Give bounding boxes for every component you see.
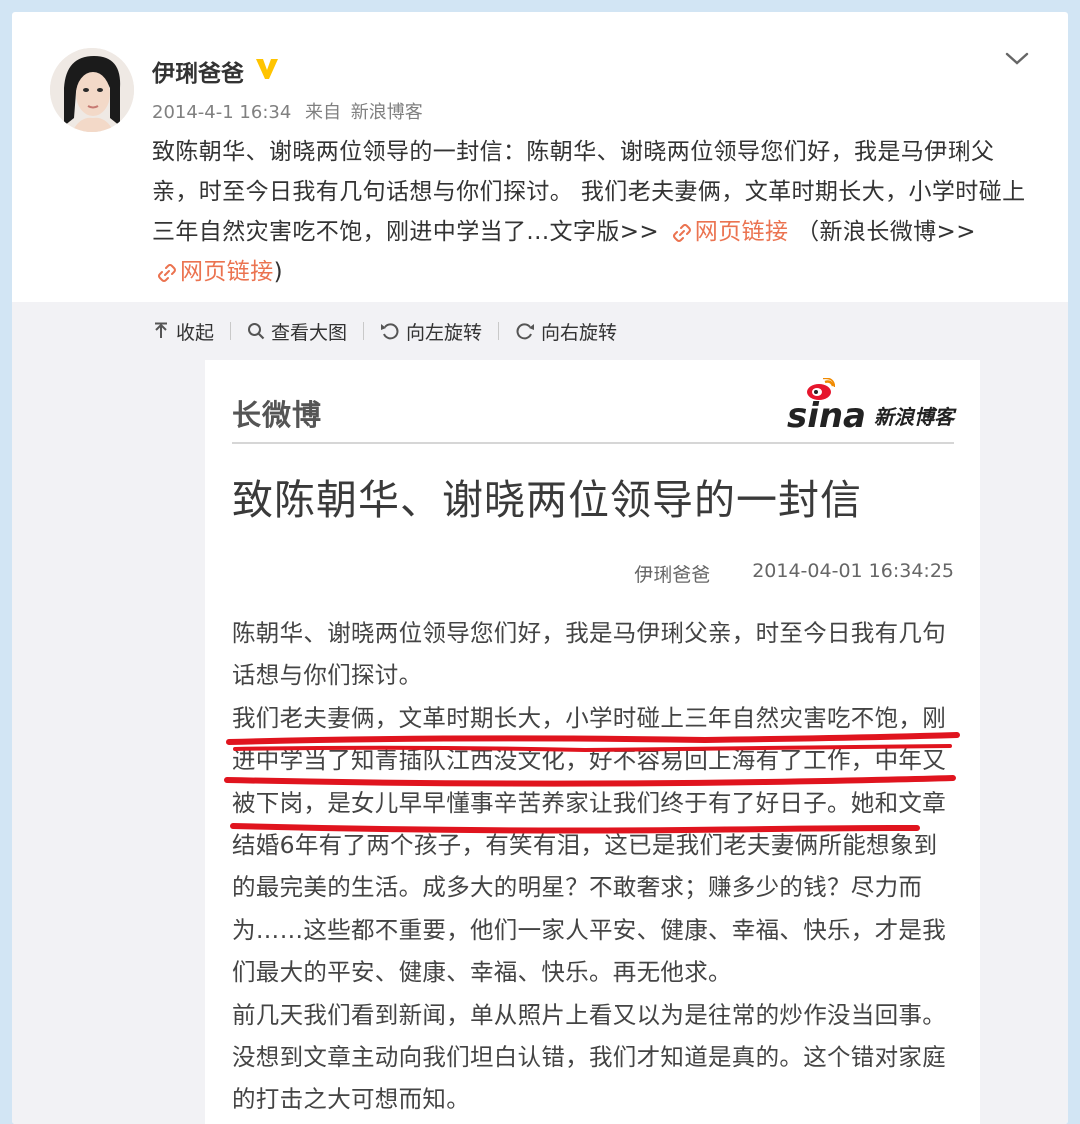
web-link-1-label: 网页链接 — [694, 219, 789, 245]
link-icon — [158, 264, 176, 282]
doc-body: 陈朝华、谢晓两位领导您们好，我是马伊琍父亲，时至今日我有几句话想与你们探讨。 我… — [232, 612, 958, 1121]
chevron-down-icon — [1005, 52, 1029, 65]
verified-v-icon[interactable] — [254, 56, 280, 92]
rotate-left-button[interactable]: 向左旋转 — [380, 318, 482, 345]
toolbar-divider — [363, 322, 365, 340]
sina-wordmark: sina — [786, 378, 866, 436]
post-text-end: ) — [273, 259, 283, 285]
long-weibo-image[interactable]: 长微博 sina 新浪博客 致陈朝华、谢晓两位领导的一封信 伊琍爸爸 2014-… — [205, 360, 980, 1124]
view-large-label: 查看大图 — [271, 321, 348, 344]
post-source[interactable]: 新浪博客 — [351, 102, 423, 123]
rotate-right-icon — [516, 323, 535, 340]
weibo-post-card: 伊琍爸爸 2014-4-1 16:34 来自 新浪博客 致陈朝华、谢晓两位领导的… — [12, 12, 1068, 1124]
avatar[interactable] — [50, 48, 134, 132]
link-icon — [672, 224, 691, 242]
sina-blog-logo: sina 新浪博客 — [786, 378, 954, 436]
post-meta: 2014-4-1 16:34 来自 新浪博客 — [152, 100, 431, 126]
doc-title: 致陈朝华、谢晓两位领导的一封信 — [232, 476, 862, 524]
doc-divider — [232, 442, 954, 444]
rotate-right-button[interactable]: 向右旋转 — [515, 318, 617, 345]
web-link-2-label: 网页链接 — [180, 259, 274, 285]
avatar-photo — [50, 48, 134, 132]
doc-byline: 伊琍爸爸 2014-04-01 16:34:25 — [634, 560, 954, 587]
doc-brand: 长微博 — [232, 398, 323, 432]
post-author: 伊琍爸爸 — [152, 56, 280, 92]
doc-datetime: 2014-04-01 16:34:25 — [752, 560, 954, 582]
rotate-right-label: 向右旋转 — [541, 321, 618, 344]
doc-paragraph: 我们老夫妻俩，文革时期长大，小学时碰上三年自然灾害吃不饱，刚进中学当了知青插队江… — [232, 703, 946, 987]
username-link[interactable]: 伊琍爸爸 — [152, 56, 244, 92]
post-text: 致陈朝华、谢晓两位领导的一封信：陈朝华、谢晓两位领导您们好，我是马伊琍父亲，时至… — [152, 132, 1038, 292]
toolbar-divider — [230, 322, 232, 340]
collapse-label: 收起 — [176, 321, 215, 344]
collapse-button[interactable]: 收起 — [152, 318, 214, 345]
post-timestamp[interactable]: 2014-4-1 16:34 — [152, 102, 291, 123]
doc-paragraph: 陈朝华、谢晓两位领导您们好，我是马伊琍父亲，时至今日我有几句话想与你们探讨。 — [232, 619, 946, 690]
view-large-button[interactable]: 查看大图 — [247, 318, 347, 345]
doc-author: 伊琍爸爸 — [634, 564, 711, 586]
toolbar-divider — [498, 322, 500, 340]
post-text-mid: （新浪长微博>> — [796, 219, 976, 245]
more-options-button[interactable] — [1002, 44, 1032, 74]
rotate-left-icon — [381, 323, 399, 340]
sina-word-text: sina — [786, 396, 866, 436]
media-toolbar: 收起 查看大图 向左旋转 向右旋转 — [152, 318, 617, 344]
collapse-icon — [155, 322, 167, 338]
web-link-2[interactable]: 网页链接 — [152, 259, 274, 285]
doc-paragraph: 前几天我们看到新闻，单从照片上看又以为是往常的炒作没当回事。没想到文章主动向我们… — [232, 1000, 946, 1114]
sina-eye-logo — [806, 378, 835, 400]
media-area: 收起 查看大图 向左旋转 向右旋转 长微博 sina 新浪博客 致陈朝华、谢晓两… — [12, 302, 1068, 1124]
source-prefix: 来自 — [305, 102, 342, 123]
rotate-left-label: 向左旋转 — [406, 321, 483, 344]
search-icon — [248, 323, 265, 340]
web-link-1[interactable]: 网页链接 — [667, 219, 789, 245]
sina-blog-tag: 新浪博客 — [874, 405, 954, 429]
